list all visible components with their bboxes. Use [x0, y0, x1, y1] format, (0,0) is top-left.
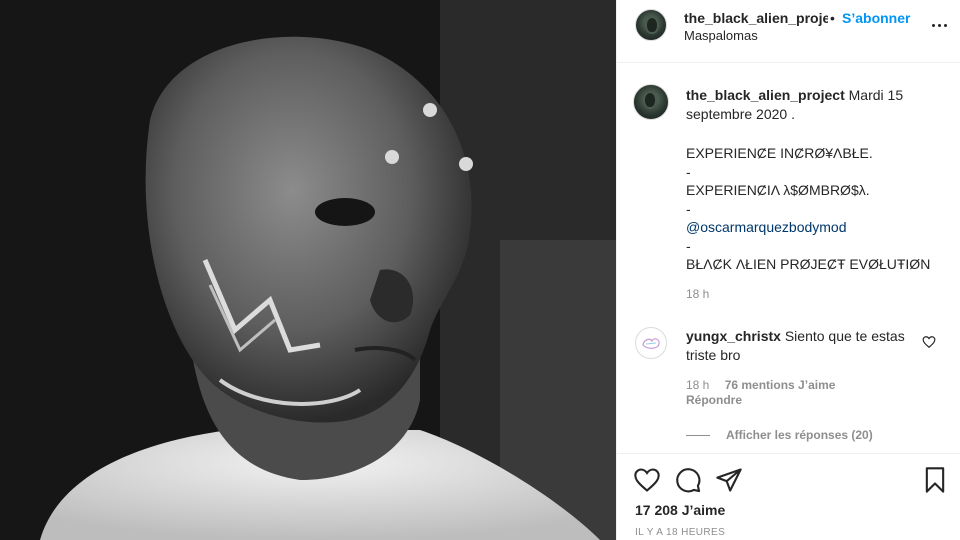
caption-heading: the_black_alien_project Mardi 15 septemb…: [686, 86, 948, 124]
mention-link[interactable]: @oscarmarquezbodymod: [686, 218, 948, 237]
caption-username[interactable]: the_black_alien_project: [686, 87, 845, 103]
post-header: the_black_alien_project • S’abonner Masp…: [617, 0, 960, 63]
comment-meta: 18 h 76 mentions J’aime: [686, 378, 835, 392]
caption-line: EXPERIENȻIΛ λ$ØMBRØ$λ.: [686, 182, 870, 198]
likes-count[interactable]: 17 208 J’aime: [635, 502, 725, 518]
caption-line: -: [686, 163, 691, 180]
location-link[interactable]: Maspalomas: [684, 28, 758, 43]
comment-heart-icon[interactable]: [922, 335, 936, 349]
caption-line: EXPERIENȻE INȻRØ¥ΛBŁE.: [686, 145, 873, 161]
comment-time: 18 h: [686, 378, 710, 392]
caption-line: -: [686, 200, 691, 217]
caption-line: -: [686, 237, 691, 254]
view-replies-button[interactable]: Afficher les réponses (20): [686, 428, 873, 442]
heart-icon[interactable]: [633, 466, 661, 494]
post-details-panel: the_black_alien_project • S’abonner Masp…: [616, 0, 960, 540]
separator-dot: •: [830, 10, 835, 26]
comment-likes[interactable]: 76 mentions J’aime: [725, 378, 836, 392]
caption-avatar[interactable]: [633, 84, 669, 120]
bookmark-icon[interactable]: [921, 466, 949, 494]
paper-plane-icon[interactable]: [715, 466, 743, 494]
view-replies-label: Afficher les réponses (20): [726, 428, 873, 442]
avatar[interactable]: [635, 9, 667, 41]
post-timestamp: IL Y A 18 HEURES: [635, 527, 726, 538]
comment-icon[interactable]: [674, 466, 702, 494]
replies-divider: [686, 435, 710, 437]
comment-username[interactable]: yungx_christx: [686, 328, 781, 344]
more-options-icon[interactable]: [929, 15, 949, 35]
follow-button[interactable]: S’abonner: [842, 10, 910, 26]
caption-body: EXPERIENȻE INȻRØ¥ΛBŁE. - EXPERIENȻIΛ λ$Ø…: [686, 144, 948, 274]
caption-time: 18 h: [686, 287, 710, 301]
caption-line: BŁΛȻK ΛŁIEN PRØJEȻŦ EVØŁUŦIØN: [686, 256, 931, 272]
header-username[interactable]: the_black_alien_project: [684, 10, 828, 26]
sticker-icon: [642, 338, 660, 349]
reply-button[interactable]: Répondre: [686, 393, 742, 407]
comment-avatar[interactable]: [635, 327, 667, 359]
post-photo[interactable]: [0, 0, 616, 540]
post-photo-graphic: [0, 0, 616, 540]
post-actions: 17 208 J’aime IL Y A 18 HEURES: [617, 453, 960, 540]
comment-text: yungx_christx Siento que te estas triste…: [686, 327, 918, 365]
